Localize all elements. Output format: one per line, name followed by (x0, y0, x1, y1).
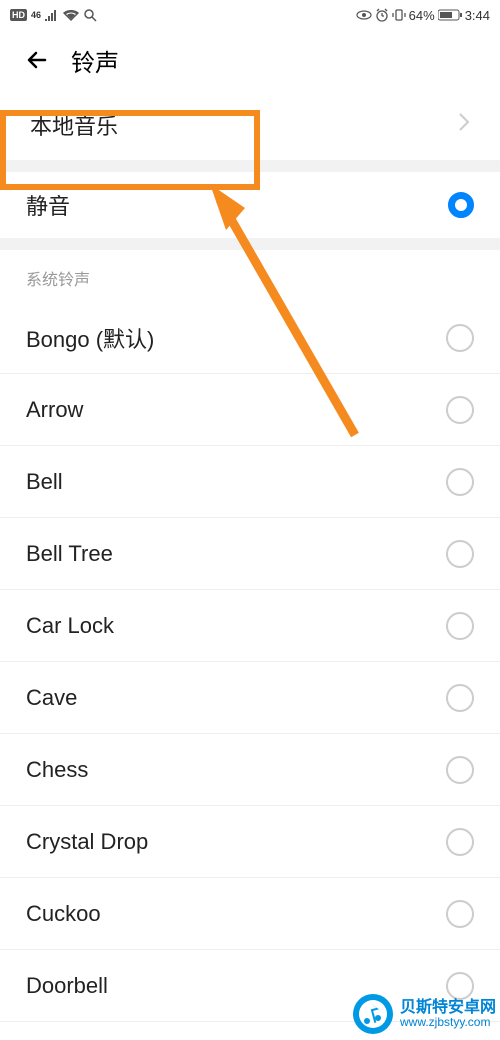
ringtone-row[interactable]: Arrow (0, 374, 500, 446)
ringtone-label: Arrow (26, 397, 83, 423)
ringtone-label: Bongo (默认) (26, 322, 154, 354)
silent-label: 静音 (26, 189, 70, 221)
chevron-right-icon (458, 112, 470, 138)
local-music-row[interactable]: 本地音乐 (0, 90, 500, 160)
radio-empty-icon[interactable] (446, 540, 474, 568)
battery-icon (438, 9, 462, 21)
ringtone-label: Cuckoo (26, 901, 101, 927)
divider (0, 160, 500, 172)
watermark-title: 贝斯特安卓网 (400, 999, 496, 1017)
ringtone-row[interactable]: Chess (0, 734, 500, 806)
status-bar: HD 46 64% 3:44 (0, 0, 500, 30)
ringtone-label: Bell (26, 469, 63, 495)
watermark-logo-icon (352, 993, 394, 1035)
search-icon (83, 8, 97, 22)
ringtone-list: Bongo (默认) Arrow Bell Bell Tree Car Lock… (0, 302, 500, 1022)
vibrate-icon (392, 8, 406, 22)
status-left: HD 46 (10, 8, 97, 22)
lte-icon: 46 (31, 10, 41, 20)
battery-percent: 64% (409, 8, 435, 23)
radio-empty-icon[interactable] (446, 612, 474, 640)
eye-icon (356, 10, 372, 20)
local-music-label: 本地音乐 (30, 109, 118, 141)
ringtone-row[interactable]: Bongo (默认) (0, 302, 500, 374)
ringtone-label: Crystal Drop (26, 829, 148, 855)
radio-empty-icon[interactable] (446, 900, 474, 928)
page-header: 铃声 (0, 30, 500, 90)
ringtone-label: Cave (26, 685, 77, 711)
clock-time: 3:44 (465, 8, 490, 23)
status-right: 64% 3:44 (356, 8, 490, 23)
back-arrow-icon[interactable] (25, 47, 51, 73)
ringtone-row[interactable]: Cave (0, 662, 500, 734)
radio-empty-icon[interactable] (446, 756, 474, 784)
radio-selected-icon[interactable] (448, 192, 474, 218)
ringtone-row[interactable]: Car Lock (0, 590, 500, 662)
watermark: 贝斯特安卓网 www.zjbstyy.com (352, 993, 496, 1035)
radio-empty-icon[interactable] (446, 828, 474, 856)
ringtone-row[interactable]: Bell (0, 446, 500, 518)
page-title: 铃声 (71, 43, 119, 78)
radio-empty-icon[interactable] (446, 396, 474, 424)
ringtone-label: Bell Tree (26, 541, 113, 567)
ringtone-label: Doorbell (26, 973, 108, 999)
radio-empty-icon[interactable] (446, 324, 474, 352)
silent-row[interactable]: 静音 (0, 172, 500, 238)
ringtone-label: Car Lock (26, 613, 114, 639)
ringtone-row[interactable]: Cuckoo (0, 878, 500, 950)
system-ringtones-header: 系统铃声 (0, 250, 500, 302)
watermark-url: www.zjbstyy.com (400, 1016, 496, 1029)
ringtone-row[interactable]: Bell Tree (0, 518, 500, 590)
watermark-text: 贝斯特安卓网 www.zjbstyy.com (400, 999, 496, 1030)
alarm-icon (375, 8, 389, 22)
signal-icon (45, 9, 59, 21)
radio-empty-icon[interactable] (446, 468, 474, 496)
radio-empty-icon[interactable] (446, 684, 474, 712)
wifi-icon (63, 9, 79, 21)
hd-icon: HD (10, 9, 27, 21)
section-divider: 系统铃声 (0, 238, 500, 302)
ringtone-row[interactable]: Crystal Drop (0, 806, 500, 878)
ringtone-label: Chess (26, 757, 88, 783)
